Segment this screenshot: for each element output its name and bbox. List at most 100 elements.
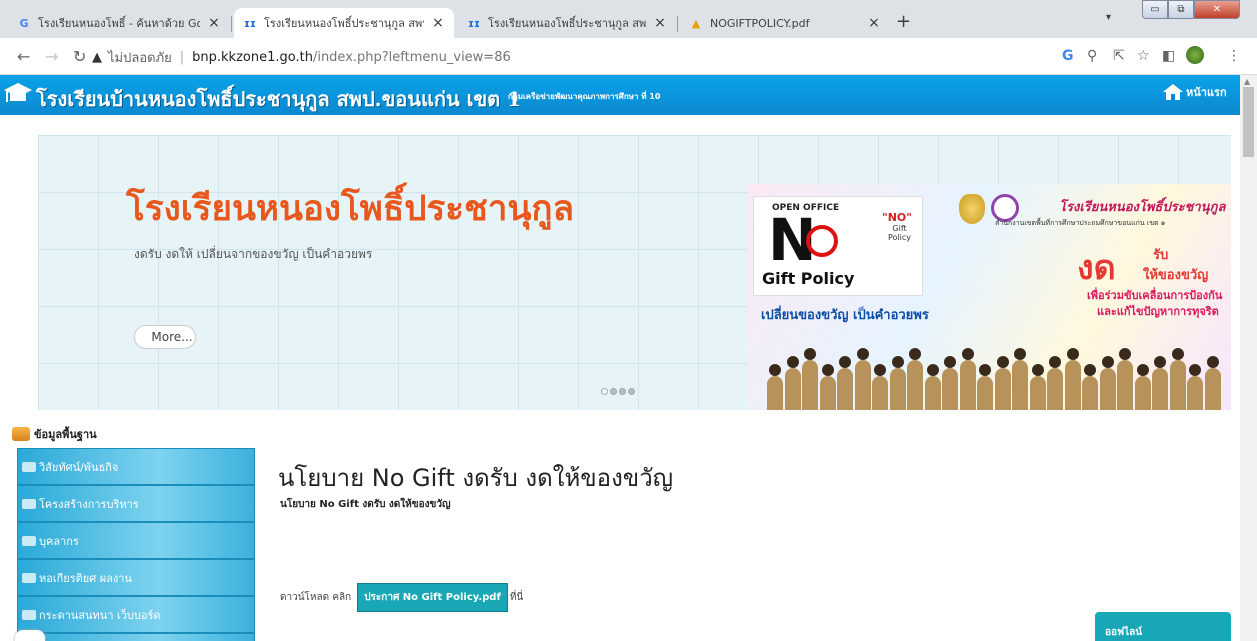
personnel-icon bbox=[22, 535, 36, 546]
sidebar-item-personnel[interactable]: บุคลากร bbox=[17, 522, 255, 559]
close-tab-icon[interactable]: × bbox=[206, 15, 222, 31]
close-window-icon[interactable]: ✕ bbox=[1194, 0, 1240, 19]
kebab-menu-icon[interactable]: ⋮ bbox=[1227, 48, 1241, 64]
person-head bbox=[1189, 364, 1201, 376]
poster-office-name: สำนักงานเขตพื้นที่การศึกษาประถมศึกษาขอนแ… bbox=[995, 219, 1166, 227]
page-title: นโยบาย No Gift งดรับ งดให้ของขวัญ bbox=[278, 464, 674, 492]
gift-ban-icon bbox=[806, 225, 838, 257]
person-head bbox=[1119, 348, 1131, 360]
site-header: โรงเรียนบ้านหนองโพธิ์ประชานุกูล สพป.ขอนแ… bbox=[0, 75, 1240, 115]
sidebar-item-structure[interactable]: โครงสร้างการบริหาร bbox=[17, 485, 255, 522]
slider-dot[interactable] bbox=[628, 388, 635, 395]
page-scrollbar[interactable]: ▲ bbox=[1240, 75, 1257, 641]
person-head bbox=[996, 356, 1009, 368]
poster-give: ให้ของขวัญ bbox=[1143, 268, 1209, 283]
bookmark-star-icon[interactable]: ☆ bbox=[1137, 48, 1150, 64]
person-head bbox=[909, 348, 921, 360]
share-icon[interactable]: ⇱ bbox=[1113, 48, 1125, 64]
person-figure bbox=[977, 364, 993, 410]
sidebar-item-label: บุคลากร bbox=[39, 534, 79, 548]
person-head bbox=[1049, 356, 1061, 368]
sidebar-item-vision[interactable]: วิสัยทัศน์/พันธกิจ bbox=[17, 448, 255, 485]
person-head bbox=[1154, 356, 1166, 368]
slide-caption: งดรับ งดให้ เปลี่ยนจากของขวัญ เป็นคำอวยพ… bbox=[134, 247, 373, 261]
person-head bbox=[1066, 348, 1079, 360]
hero-slider: โรงเรียนหนองโพธิ์ประชานุกูล งดรับ งดให้ … bbox=[38, 135, 1231, 410]
zoom-icon[interactable]: ⚲ bbox=[1087, 48, 1097, 64]
window-controls: ▭ ⧉ ✕ bbox=[1142, 0, 1240, 19]
tab-school[interactable]: ɪɪ โรงเรียนหนองโพธิ์ประชานุกูล สพป.ขก.1 … bbox=[458, 8, 676, 38]
royal-emblem-icon bbox=[959, 194, 985, 224]
home-link[interactable]: หน้าแรก bbox=[1162, 83, 1227, 101]
url-separator: | bbox=[179, 49, 185, 65]
school-icon: ɪɪ bbox=[468, 16, 480, 30]
sidebar-item-next[interactable] bbox=[17, 633, 255, 641]
person-figure bbox=[1152, 356, 1168, 410]
staff-group-photo bbox=[767, 330, 1227, 410]
person-head bbox=[1084, 364, 1096, 376]
gift-policy-label: Gift Policy bbox=[762, 269, 855, 288]
home-icon bbox=[1163, 84, 1183, 100]
reload-icon[interactable]: ↻ bbox=[73, 47, 86, 66]
poster-school-name: โรงเรียนหนองโพธิ์ประชานุกูล bbox=[1059, 200, 1226, 215]
person-figure bbox=[837, 356, 853, 410]
person-figure bbox=[1064, 348, 1081, 410]
scroll-up-icon[interactable]: ▲ bbox=[1244, 77, 1250, 86]
tab-google-search[interactable]: G โรงเรียนหนองโพธิ์ - ค้นหาด้วย Google × bbox=[8, 8, 230, 38]
site-title[interactable]: โรงเรียนบ้านหนองโพธิ์ประชานุกูล สพป.ขอนแ… bbox=[36, 83, 521, 115]
sidebar-item-webboard[interactable]: กระดานสนทนา เว็บบอร์ด bbox=[17, 596, 255, 633]
person-figure bbox=[1117, 348, 1133, 410]
profile-avatar-icon[interactable] bbox=[1186, 46, 1204, 64]
download-here-link[interactable]: ที่นี่ bbox=[510, 590, 523, 605]
person-figure bbox=[872, 364, 888, 410]
close-tab-icon[interactable]: × bbox=[430, 15, 446, 31]
new-tab-icon[interactable]: + bbox=[896, 11, 911, 32]
school-icon: ɪɪ bbox=[244, 16, 256, 30]
person-figure bbox=[854, 348, 871, 410]
side-panel-icon[interactable]: ◧ bbox=[1162, 48, 1175, 64]
person-head bbox=[1014, 348, 1026, 360]
slider-dot[interactable] bbox=[601, 388, 608, 395]
person-head bbox=[1136, 364, 1149, 376]
tab-pdf[interactable]: ▲ NOGIFTPOLICY.pdf × bbox=[680, 8, 890, 38]
person-head bbox=[769, 364, 781, 376]
tab-school-active[interactable]: ɪɪ โรงเรียนหนองโพธิ์ประชานุกูล สพป.ขก.1 … bbox=[234, 8, 454, 38]
restore-icon[interactable]: ⧉ bbox=[1168, 0, 1194, 19]
tab-title: โรงเรียนหนองโพธิ์ประชานุกูล สพป.ขก.1 bbox=[488, 17, 646, 30]
close-tab-icon[interactable]: × bbox=[866, 15, 882, 31]
slider-dot[interactable] bbox=[610, 388, 617, 395]
poster-rub: รับ bbox=[1153, 248, 1169, 263]
tab-search-icon[interactable]: ▾ bbox=[1106, 12, 1111, 23]
webboard-icon bbox=[22, 609, 36, 620]
sidebar-item-label: วิสัยทัศน์/พันธกิจ bbox=[39, 460, 119, 474]
minimize-icon[interactable]: ▭ bbox=[1142, 0, 1168, 19]
person-head bbox=[1101, 356, 1114, 368]
more-button[interactable]: More... bbox=[134, 325, 196, 349]
page-subtitle: นโยบาย No Gift งดรับ งดให้ของขวัญ bbox=[280, 499, 451, 510]
slider-dot[interactable] bbox=[619, 388, 626, 395]
back-icon[interactable]: ← bbox=[17, 47, 30, 66]
poster-line-2: และแก้ไขปัญหาการทุจริต bbox=[1097, 305, 1219, 318]
person-head bbox=[891, 356, 904, 368]
poster-exchange-text: เปลี่ยนของขวัญ เป็นคำอวยพร bbox=[761, 308, 929, 323]
person-head bbox=[1031, 364, 1044, 376]
scroll-thumb[interactable] bbox=[1243, 87, 1254, 157]
warning-icon[interactable]: ▲ bbox=[92, 50, 102, 65]
download-pdf-button[interactable]: ประกาศ No Gift Policy.pdf bbox=[357, 583, 508, 612]
person-figure bbox=[924, 364, 941, 410]
person-figure bbox=[959, 348, 976, 410]
sidebar-item-hall-of-fame[interactable]: หอเกียรติยศ ผลงาน bbox=[17, 559, 255, 596]
address-bar[interactable]: ▲ ไม่ปลอดภัย | bnp.kkzone1.go.th/index.p… bbox=[92, 44, 1018, 70]
person-figure bbox=[1187, 364, 1203, 410]
person-figure bbox=[994, 356, 1011, 410]
online-status-panel[interactable]: ออฟไลน์ bbox=[1095, 612, 1231, 641]
chart-icon bbox=[22, 498, 36, 509]
person-head bbox=[961, 348, 974, 360]
close-tab-icon[interactable]: × bbox=[652, 15, 668, 31]
tab-title: โรงเรียนหนองโพธิ์ - ค้นหาด้วย Google bbox=[38, 17, 200, 30]
url-path: /index.php?leftmenu_view=86 bbox=[312, 49, 511, 65]
google-translate-icon[interactable]: G bbox=[1062, 48, 1074, 64]
security-label[interactable]: ไม่ปลอดภัย bbox=[108, 47, 172, 68]
chat-bubble-icon[interactable] bbox=[15, 630, 45, 641]
forward-icon[interactable]: → bbox=[45, 47, 58, 66]
